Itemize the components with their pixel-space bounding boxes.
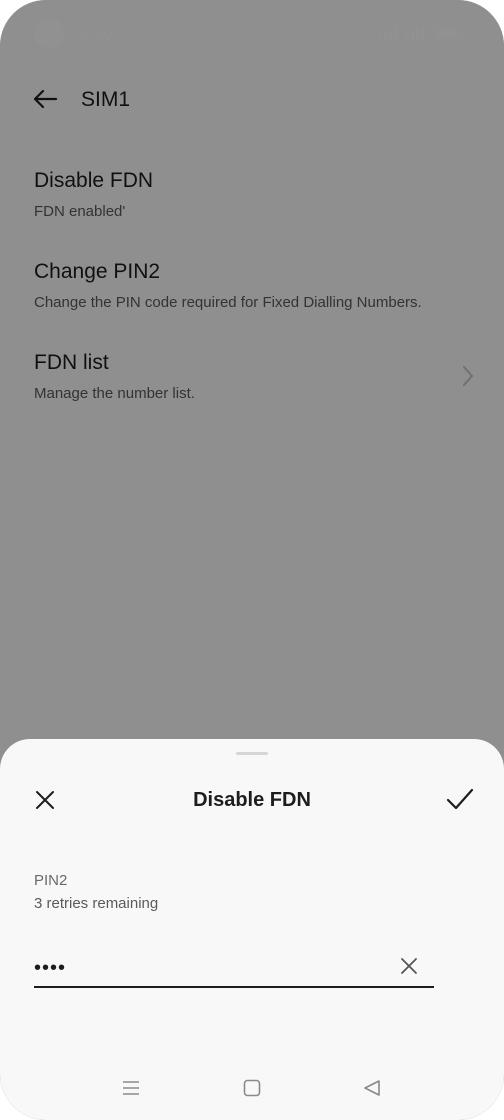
dialog-title: Disable FDN [193,789,311,811]
drag-handle[interactable] [236,752,268,755]
pin-dialog-sheet: Disable FDN PIN2 3 retries remaining •••… [0,739,504,1120]
menu-icon[interactable] [122,1079,140,1097]
retries-remaining: 3 retries remaining [34,895,159,912]
phone-screen: 10:00 SIM1 Disable FDN FDN enabled' Chan… [0,0,504,1120]
field-label: PIN2 [34,872,68,889]
clear-icon[interactable] [400,957,418,975]
pin2-input[interactable]: •••• [34,952,434,988]
triangle-back-icon[interactable] [363,1079,381,1097]
square-icon[interactable] [243,1079,261,1097]
check-icon[interactable] [446,788,474,810]
pin2-value: •••• [34,957,67,979]
